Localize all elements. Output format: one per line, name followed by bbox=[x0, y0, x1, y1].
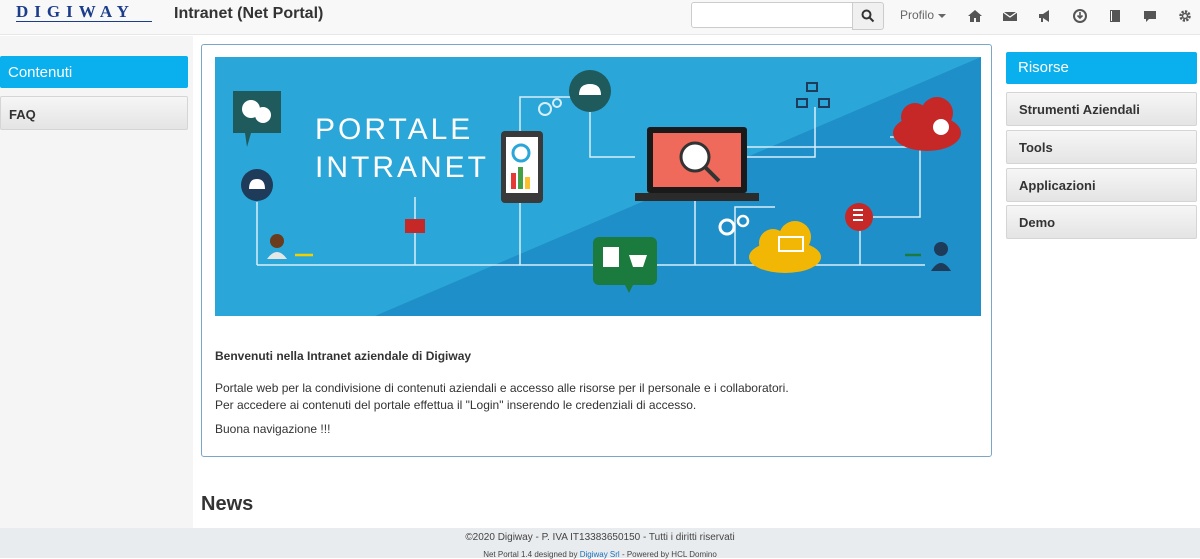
gear-icon[interactable] bbox=[1176, 7, 1194, 25]
home-icon[interactable] bbox=[966, 7, 984, 25]
risorse-title: Risorse bbox=[1018, 59, 1069, 76]
digiway-logo[interactable]: DIGIWAY bbox=[16, 2, 135, 22]
top-navbar: DIGIWAY Intranet (Net Portal) Profilo bbox=[0, 0, 1200, 35]
welcome-line3: Buona navigazione !!! bbox=[215, 422, 331, 436]
footer: ©2020 Digiway - P. IVA IT13383650150 - T… bbox=[0, 528, 1200, 559]
app-title[interactable]: Intranet (Net Portal) bbox=[174, 5, 323, 23]
footer-copyright: ©2020 Digiway - P. IVA IT13383650150 - T… bbox=[465, 532, 735, 543]
logo-underline bbox=[16, 21, 152, 22]
risorse-item-label: Tools bbox=[1019, 140, 1053, 155]
banner-line2: INTRANET bbox=[315, 151, 489, 184]
comment-icon[interactable] bbox=[1141, 7, 1159, 25]
checklist-basket-icon bbox=[593, 237, 657, 293]
risorse-item-label: Strumenti Aziendali bbox=[1019, 102, 1140, 117]
risorse-item-demo[interactable]: Demo bbox=[1006, 205, 1197, 239]
cloud-upload-icon bbox=[241, 169, 273, 201]
cloud-network-icon bbox=[569, 70, 611, 112]
search-icon bbox=[861, 9, 875, 23]
profile-dropdown[interactable]: Profilo bbox=[900, 8, 947, 22]
sidebar-item-label: Contenuti bbox=[8, 64, 73, 81]
welcome-line2: Per accedere ai contenuti del portale ef… bbox=[215, 398, 697, 412]
risorse-item-label: Demo bbox=[1019, 215, 1056, 230]
risorse-item-applicazioni[interactable]: Applicazioni bbox=[1006, 168, 1197, 202]
sidebar-item-faq[interactable]: FAQ bbox=[0, 96, 188, 130]
music-note-icon bbox=[845, 203, 873, 231]
tablet-chart-icon bbox=[501, 131, 543, 203]
risorse-header[interactable]: Risorse bbox=[1006, 52, 1197, 84]
search-input[interactable] bbox=[691, 2, 859, 28]
welcome-title: Benvenuti nella Intranet aziendale di Di… bbox=[215, 349, 472, 363]
risorse-item-tools[interactable]: Tools bbox=[1006, 130, 1197, 164]
welcome-panel: PORTALE INTRANET Benvenuti nella Intrane… bbox=[201, 44, 992, 457]
camera-icon bbox=[405, 219, 425, 233]
risorse-item-label: Applicazioni bbox=[1019, 178, 1096, 193]
welcome-line1: Portale web per la condivisione di conte… bbox=[215, 381, 789, 395]
portale-intranet-banner: PORTALE INTRANET bbox=[215, 57, 981, 316]
risorse-item-strumenti-aziendali[interactable]: Strumenti Aziendali bbox=[1006, 92, 1197, 126]
download-icon[interactable] bbox=[1071, 7, 1089, 25]
book-icon[interactable] bbox=[1106, 7, 1124, 25]
news-heading: News bbox=[201, 493, 254, 515]
megaphone-icon[interactable] bbox=[1036, 7, 1054, 25]
laptop-magnifier-icon bbox=[635, 127, 759, 201]
sidebar-item-label: FAQ bbox=[9, 107, 36, 122]
search-button[interactable] bbox=[852, 2, 884, 30]
banner-line1: PORTALE bbox=[315, 113, 473, 146]
sidebar-item-contenuti[interactable]: Contenuti bbox=[0, 56, 188, 88]
profile-label: Profilo bbox=[900, 8, 935, 22]
mail-icon[interactable] bbox=[1001, 7, 1019, 25]
chevron-down-icon bbox=[938, 13, 947, 18]
